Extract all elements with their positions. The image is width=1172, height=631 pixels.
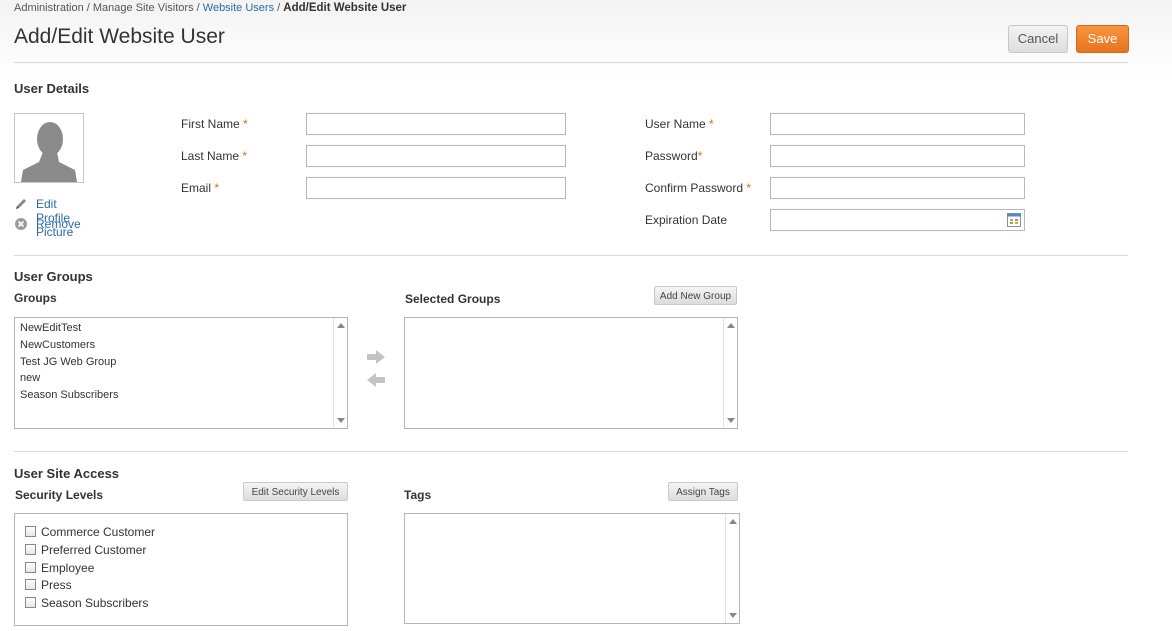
edit-security-levels-button[interactable]: Edit Security Levels: [243, 482, 348, 501]
selected-groups-scrollbar[interactable]: [723, 318, 737, 428]
scroll-up-icon[interactable]: [729, 519, 737, 524]
last-name-label: Last Name *: [181, 149, 247, 163]
avatar: [14, 113, 84, 183]
checkbox[interactable]: [25, 579, 36, 590]
groups-label: Groups: [14, 291, 57, 305]
remove-circle-icon: [15, 218, 27, 230]
tags-scrollbar[interactable]: [725, 514, 739, 623]
breadcrumb-current: Add/Edit Website User: [283, 2, 407, 14]
assign-tags-button[interactable]: Assign Tags: [668, 482, 738, 501]
password-input[interactable]: [770, 145, 1025, 167]
user-name-label: User Name *: [645, 117, 714, 131]
confirm-password-label: Confirm Password *: [645, 181, 751, 195]
scroll-down-icon[interactable]: [729, 613, 737, 618]
required-marker: *: [243, 117, 248, 131]
scroll-up-icon[interactable]: [337, 323, 345, 328]
move-right-arrow-icon[interactable]: [366, 349, 386, 365]
email-label-text: Email: [181, 181, 212, 195]
password-label-text: Password: [645, 149, 698, 163]
list-item[interactable]: Season Subscribers: [20, 389, 118, 401]
required-marker: *: [697, 149, 703, 163]
user-name-label-text: User Name: [645, 117, 706, 131]
checkbox[interactable]: [25, 562, 36, 573]
scroll-down-icon[interactable]: [337, 418, 345, 423]
cancel-button[interactable]: Cancel: [1008, 25, 1068, 53]
security-levels-list: Commerce Customer Preferred Customer Emp…: [14, 513, 348, 626]
page-title: Add/Edit Website User: [14, 25, 225, 48]
move-left-arrow-icon[interactable]: [366, 372, 386, 388]
required-marker: *: [242, 149, 248, 163]
expiration-date-label: Expiration Date: [645, 213, 728, 227]
user-name-input[interactable]: [770, 113, 1025, 135]
add-new-group-button[interactable]: Add New Group: [654, 286, 737, 305]
email-label: Email *: [181, 181, 219, 195]
first-name-label-text: First Name: [181, 117, 240, 131]
first-name-input[interactable]: [306, 113, 566, 135]
breadcrumb-separator: /: [277, 2, 281, 14]
list-item[interactable]: new: [20, 372, 40, 384]
user-site-access-title: User Site Access: [14, 466, 120, 481]
expiration-date-input[interactable]: [770, 209, 1025, 231]
breadcrumb-separator: /: [196, 2, 200, 14]
list-item[interactable]: NewEditTest: [20, 322, 81, 334]
confirm-password-label-text: Confirm Password: [645, 181, 744, 195]
breadcrumb-website-users[interactable]: Website Users: [203, 2, 274, 14]
security-level-label: Commerce Customer: [41, 525, 156, 539]
confirm-password-input[interactable]: [770, 177, 1025, 199]
tags-list[interactable]: [404, 513, 740, 624]
save-button[interactable]: Save: [1076, 25, 1129, 53]
person-silhouette-icon: [15, 114, 83, 182]
security-level-label: Press: [41, 578, 72, 592]
user-details-title: User Details: [14, 81, 90, 96]
breadcrumb-manage-site-visitors[interactable]: Manage Site Visitors: [93, 2, 194, 14]
calendar-icon[interactable]: [1007, 213, 1021, 227]
required-marker: *: [746, 181, 752, 195]
groups-list[interactable]: NewEditTest NewCustomers Test JG Web Gro…: [14, 317, 348, 429]
breadcrumb-administration[interactable]: Administration: [14, 2, 84, 14]
required-marker: *: [709, 117, 714, 131]
list-item[interactable]: Test JG Web Group: [20, 356, 116, 368]
email-input[interactable]: [306, 177, 566, 199]
scroll-up-icon[interactable]: [727, 323, 735, 328]
checkbox[interactable]: [25, 597, 36, 608]
divider: [14, 62, 1128, 63]
last-name-label-text: Last Name: [181, 149, 240, 163]
password-label: Password*: [645, 149, 702, 163]
pencil-icon: [16, 199, 26, 209]
divider: [14, 451, 1128, 452]
security-level-label: Employee: [41, 561, 95, 575]
breadcrumb-separator: /: [86, 2, 90, 14]
user-groups-title: User Groups: [14, 269, 93, 284]
breadcrumb: Administration / Manage Site Visitors / …: [14, 2, 406, 14]
security-levels-label: Security Levels: [15, 488, 104, 502]
selected-groups-list[interactable]: [404, 317, 738, 429]
list-item[interactable]: NewCustomers: [20, 339, 95, 351]
tags-label: Tags: [404, 488, 432, 502]
selected-groups-label: Selected Groups: [405, 292, 501, 306]
security-level-label: Season Subscribers: [41, 596, 149, 610]
last-name-input[interactable]: [306, 145, 566, 167]
checkbox[interactable]: [25, 544, 36, 555]
scroll-down-icon[interactable]: [727, 418, 735, 423]
groups-scrollbar[interactable]: [333, 318, 347, 428]
remove-picture-label: Remove: [36, 217, 81, 231]
checkbox[interactable]: [25, 526, 36, 537]
required-marker: *: [214, 181, 220, 195]
first-name-label: First Name *: [181, 117, 248, 131]
divider: [14, 255, 1128, 256]
security-level-label: Preferred Customer: [41, 543, 147, 557]
